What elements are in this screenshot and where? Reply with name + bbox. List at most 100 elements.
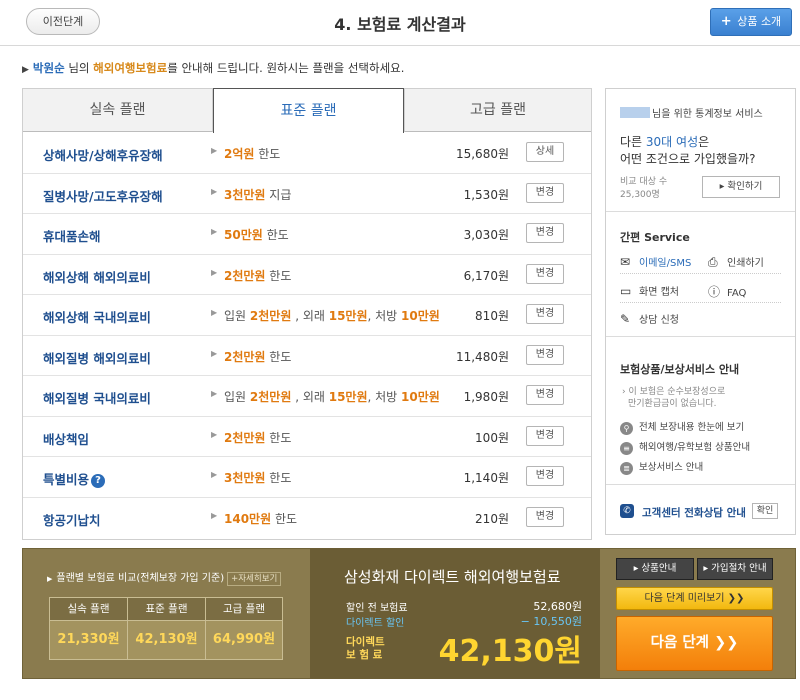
- product-guide-button[interactable]: ▸ 상품안내: [616, 558, 694, 580]
- coverage-limit: 2천만원 한도: [224, 429, 291, 446]
- arrow-icon: ▶: [211, 186, 218, 196]
- arrow-icon: ▶: [211, 308, 218, 317]
- coverage-premium: 11,480원: [455, 349, 509, 364]
- arrow-icon: ▶: [211, 510, 218, 520]
- coverage-premium: 6,170원: [463, 268, 509, 283]
- limit-amount: 2천만원: [249, 309, 292, 323]
- change-button[interactable]: 변경: [526, 425, 564, 446]
- product-intro-button[interactable]: + 상품 소개: [710, 8, 792, 36]
- coverage-label: 휴대품손해: [43, 229, 101, 244]
- screen-capture-link[interactable]: ▭ 화면 캡처: [620, 283, 679, 298]
- limit-text: 한도: [265, 471, 292, 485]
- compare-value-basic: 21,330원: [50, 621, 128, 659]
- print-link[interactable]: ⎙ 인쇄하기: [708, 254, 764, 270]
- limit-amount: 10만원: [401, 390, 440, 404]
- compare-head-standard: 표준 플랜: [128, 598, 206, 621]
- join-process-button[interactable]: ▸ 가입절차 안내: [697, 558, 773, 580]
- next-step-button[interactable]: 다음 단계 ❯❯: [616, 616, 773, 671]
- coverage-limit: 3천만원 지급: [224, 186, 291, 203]
- coverage-label: 항공기납치: [43, 512, 101, 528]
- summary-title: 삼성화재 다이렉트 해외여행보험료: [344, 568, 561, 586]
- limit-text: 한도: [265, 430, 292, 445]
- call-center-check-button[interactable]: 확인: [752, 503, 778, 519]
- plan-compare-title: ▶ 플랜별 보험료 비교(전체보장 가입 기준) +자세히보기: [47, 569, 282, 586]
- coverage-row: 항공기납치 ▶ 140만원 한도 210원 변경: [23, 498, 591, 539]
- coverage-premium: 1,980원: [463, 390, 509, 404]
- change-button[interactable]: 변경: [526, 466, 564, 486]
- tab-standard-plan[interactable]: 표준 플랜: [213, 88, 404, 133]
- divider: [620, 273, 781, 274]
- coverage-label: 해외질병 해외의료비: [43, 350, 151, 366]
- limit-amount: 2천만원: [224, 349, 266, 364]
- limit-amount: 140만원: [224, 511, 272, 526]
- stats-highlight: 30대 여성: [645, 135, 699, 149]
- coverage-limit: 2천만원 한도: [224, 267, 291, 284]
- coverage-limit: 2천만원 한도: [224, 348, 291, 365]
- arrow-icon: ▶: [211, 227, 218, 236]
- limit-amount: 2천만원: [249, 390, 292, 404]
- faq-link[interactable]: ⓘ FAQ: [708, 283, 746, 300]
- change-button[interactable]: 변경: [526, 182, 564, 203]
- arrow-icon: ▶: [211, 348, 218, 358]
- product-intro-label: 상품 소개: [737, 15, 782, 28]
- limit-text: 한도: [265, 349, 292, 364]
- change-button[interactable]: 변경: [526, 304, 564, 324]
- consult-request-link[interactable]: ✎ 상담 신청: [620, 311, 679, 326]
- limit-amount: 50만원: [224, 228, 263, 242]
- plan-panel: 실속 플랜 표준 플랜 고급 플랜 상해사망/상해후유장해 ▶ 2억원 한도 15,6…: [22, 88, 592, 540]
- question-circle-icon: ⓘ: [708, 285, 721, 299]
- coverage-label: 특별비용?: [43, 469, 106, 488]
- change-button[interactable]: 변경: [526, 385, 564, 405]
- limit-text: 한도: [271, 511, 298, 526]
- easy-service-section: 간편 Service ✉ 이메일/SMS ⎙ 인쇄하기 ▭ 화면 캡처 ⓘ FAQ ✎ 상…: [606, 212, 795, 337]
- coverage-limit: 50만원 한도: [224, 226, 289, 243]
- guide-item-claims[interactable]: ≣ 보상서비스 안내: [620, 459, 703, 475]
- change-button[interactable]: 변경: [526, 506, 564, 527]
- coverage-row: 상해사망/상해후유장해 ▶ 2억원 한도 15,680원 상세: [23, 133, 591, 174]
- coverage-premium: 1,140원: [463, 471, 509, 485]
- service-title: 간편 Service: [620, 231, 690, 244]
- change-button[interactable]: 변경: [526, 344, 564, 365]
- compare-head-premium: 고급 플랜: [206, 598, 282, 621]
- summary-bar: ▶ 플랜별 보험료 비교(전체보장 가입 기준) +자세히보기 실속 플랜 표준 플…: [22, 548, 796, 679]
- arrow-icon: ▶: [211, 146, 218, 155]
- coverage-premium: 15,680원: [455, 147, 509, 161]
- arrow-icon: ▶: [211, 389, 218, 398]
- limit-text: 한도: [254, 147, 281, 161]
- guide-item-products[interactable]: ≡ 해외여행/유학보험 상품안내: [620, 439, 750, 455]
- coverage-limit: 3천만원 한도: [224, 469, 291, 486]
- coverage-premium: 100원: [475, 430, 509, 445]
- coverage-label: 질병사망/고도후유장해: [43, 188, 163, 204]
- compare-head-basic: 실속 플랜: [50, 598, 128, 621]
- coverage-row: 특별비용? ▶ 3천만원 한도 1,140원 변경: [23, 457, 591, 498]
- guide-item-coverage[interactable]: ⚲ 전체 보장내용 한눈에 보기: [620, 419, 744, 435]
- guide-title: 보험상품/보상서비스 안내: [620, 363, 740, 376]
- change-button[interactable]: 변경: [526, 263, 564, 284]
- limit-amount: 3천만원: [224, 187, 266, 202]
- stats-question: 다른 30대 여성은: [620, 135, 710, 149]
- before-discount-label: 할인 전 보험료: [346, 603, 408, 614]
- tab-premium-plan[interactable]: 고급 플랜: [404, 89, 591, 132]
- stats-compare-count: 25,300명: [620, 190, 660, 200]
- help-icon[interactable]: ?: [91, 474, 106, 488]
- tab-basic-plan[interactable]: 실속 플랜: [23, 89, 213, 132]
- triangle-bullet-icon: ▶: [22, 65, 29, 75]
- stats-check-button[interactable]: ▸ 확인하기: [702, 176, 780, 198]
- coverage-limit: 140만원 한도: [224, 510, 297, 527]
- compare-value-standard: 42,130원: [128, 621, 206, 659]
- next-step-preview-button[interactable]: 다음 단계 미리보기 ❯❯: [616, 587, 773, 610]
- coverage-row: 해외상해 국내의료비 ▶ 입원 2천만원 , 외래 15만원, 처방 10만원 810…: [23, 295, 591, 336]
- compare-detail-link[interactable]: +자세히보기: [227, 572, 282, 586]
- limit-text: 지급: [265, 187, 292, 202]
- user-name: 박원순: [32, 61, 65, 75]
- email-sms-link[interactable]: ✉ 이메일/SMS: [620, 254, 691, 269]
- limit-text: , 처방: [367, 309, 402, 323]
- guide-section: 보험상품/보상서비스 안내 › 이 보험은 순수보장성으로 만기환급금이 없습니…: [606, 337, 795, 485]
- coverage-label: 해외상해 국내의료비: [43, 310, 151, 325]
- detail-button[interactable]: 상세: [526, 142, 564, 162]
- change-button[interactable]: 변경: [526, 223, 564, 243]
- coverage-limit: 2억원 한도: [224, 145, 280, 162]
- arrow-icon: ▶: [211, 267, 218, 277]
- coverage-premium: 810원: [475, 309, 509, 323]
- coverage-row: 해외질병 해외의료비 ▶ 2천만원 한도 11,480원 변경: [23, 336, 591, 376]
